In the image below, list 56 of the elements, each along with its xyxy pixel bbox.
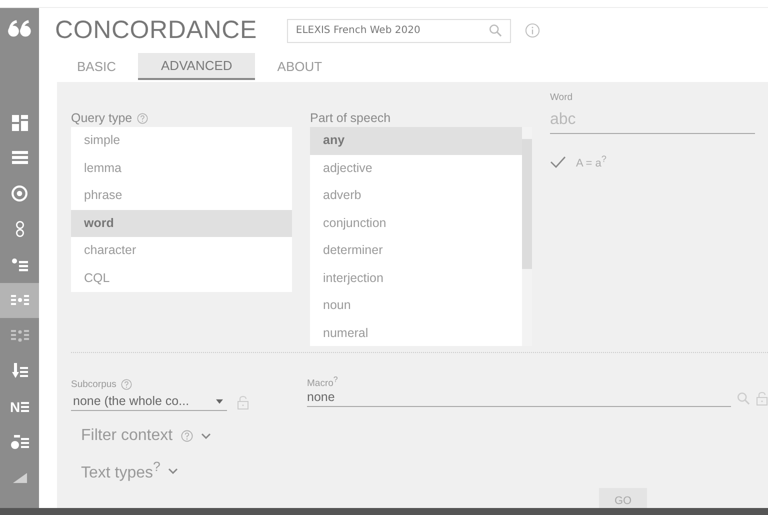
sidebar-item[interactable]: N xyxy=(0,389,39,424)
collapsible-section-header[interactable]: Filter context xyxy=(81,427,211,445)
tab[interactable]: ABOUT xyxy=(259,53,340,80)
sort-down-icon xyxy=(12,363,28,380)
list-option[interactable]: any xyxy=(310,127,522,154)
tab[interactable]: ADVANCED xyxy=(138,53,256,80)
subcorpus-select[interactable]: none (the whole co... xyxy=(71,393,227,411)
parallel-concordance-icon xyxy=(10,328,28,343)
list-option[interactable]: character xyxy=(71,237,292,264)
list-option[interactable]: interjection xyxy=(310,264,522,292)
list-option[interactable]: determiner xyxy=(310,237,522,264)
list-option[interactable]: adverb xyxy=(310,182,522,210)
bullet-list-icon xyxy=(12,258,28,272)
page-title: CONCORDANCE xyxy=(55,16,257,45)
tab[interactable]: BASIC xyxy=(59,53,134,80)
corpus-select-field[interactable]: ELEXIS French Web 2020 xyxy=(286,18,511,42)
target-icon xyxy=(11,185,28,202)
search-icon[interactable] xyxy=(737,392,750,405)
list-option[interactable]: simple xyxy=(71,127,292,154)
collapsible-section-header[interactable]: Text types$^{?}$ xyxy=(81,459,178,482)
check-icon xyxy=(550,156,566,168)
macro-field[interactable]: none xyxy=(307,389,731,408)
chart-icon xyxy=(12,472,26,483)
rings-icon xyxy=(14,221,24,238)
list-option[interactable]: word xyxy=(71,210,292,237)
field-label: Query type xyxy=(71,111,132,125)
lock-open-icon[interactable] xyxy=(756,390,768,406)
go-button[interactable]: GO xyxy=(599,488,647,510)
dashboard-icon xyxy=(12,114,28,131)
quote-logo-icon xyxy=(6,20,32,38)
search-icon xyxy=(488,24,502,37)
list-option[interactable]: phrase xyxy=(71,182,292,210)
chevron-icon xyxy=(200,433,211,439)
word-input-field[interactable]: abc xyxy=(550,107,755,134)
list-option[interactable]: conjunction xyxy=(310,210,522,237)
info-icon[interactable] xyxy=(524,23,540,38)
list-option[interactable]: lemma xyxy=(71,154,292,182)
list-option[interactable]: numeral xyxy=(310,320,522,346)
lock-open-icon[interactable] xyxy=(237,394,249,410)
help-icon[interactable] xyxy=(121,378,132,390)
list-icon xyxy=(12,151,28,166)
field-label: Word xyxy=(550,92,574,103)
field-label: Subcorpus xyxy=(71,378,116,390)
help-icon[interactable] xyxy=(180,430,193,442)
help-icon[interactable] xyxy=(137,112,148,124)
chevron-icon xyxy=(168,468,178,474)
field-label: Part of speech xyxy=(310,111,391,125)
caret-icon xyxy=(216,398,223,404)
list-option[interactable]: noun xyxy=(310,292,522,320)
list-option[interactable]: adjective xyxy=(310,154,522,182)
match-case-toggle[interactable]: A = a$^{?}$ xyxy=(550,154,640,170)
sidebar-item[interactable] xyxy=(0,282,39,318)
field-label: Macro$^{?}$ xyxy=(307,375,339,390)
list-option[interactable]: CQL xyxy=(71,264,292,292)
keyword-icon xyxy=(10,434,28,450)
concordance-icon xyxy=(10,293,28,308)
